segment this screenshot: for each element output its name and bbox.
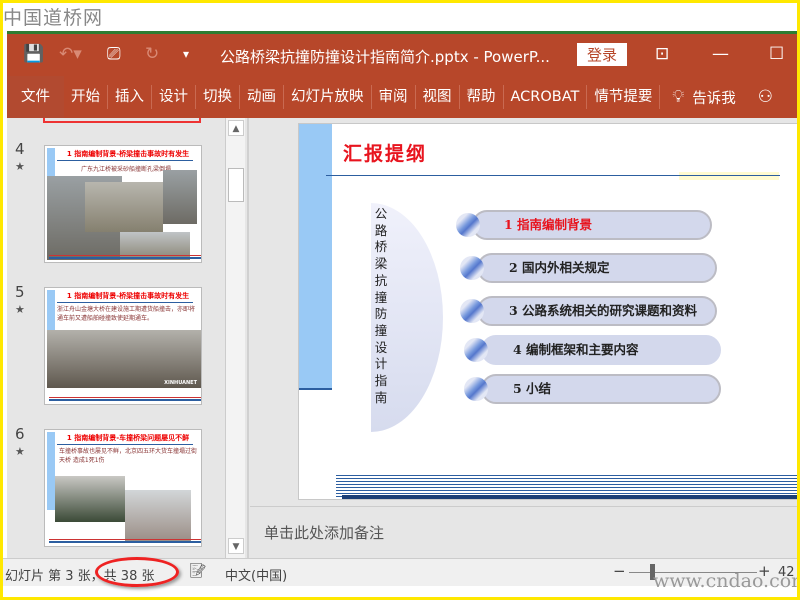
tab-help[interactable]: 帮助	[460, 85, 504, 109]
bullet-ball-icon	[464, 377, 488, 401]
tab-insert[interactable]: 插入	[108, 85, 152, 109]
thumb-text: 车撞桥事故也屡见不鲜，北京四五环大货车撞塌过街天桥 造成1死1伤	[59, 448, 198, 464]
thumb-rule	[57, 160, 193, 161]
outline-item-3[interactable]: 3 公路系统相关的研究课题和资料	[477, 296, 717, 326]
pane-divider[interactable]	[247, 118, 249, 558]
side-title[interactable]: 公路桥梁抗撞防撞设计指南	[374, 206, 388, 406]
ribbon-tabs: 文件 开始 插入 设计 切换 动画 幻灯片放映 审阅 视图 帮助 ACROBAT…	[7, 76, 797, 118]
thumb-photo	[55, 476, 125, 522]
notes-pane[interactable]: 单击此处添加备注	[250, 506, 797, 558]
scrollbar-thumb[interactable]	[228, 168, 244, 202]
slide-highlight	[679, 172, 779, 180]
slide-number: 5	[15, 283, 25, 301]
slide-number: 6	[15, 425, 25, 443]
thumb-accent-bar	[47, 432, 55, 510]
tab-storyboarding[interactable]: 情节提要	[587, 85, 661, 109]
thumb-footer-lines	[49, 397, 201, 401]
thumb-footer-lines	[49, 539, 201, 543]
footer-bar	[342, 495, 797, 499]
powerpoint-window: 中国道桥网 💾 ↶▾ ⎚ ↻ ▾ 公路桥梁抗撞防撞设计指南简介.pptx - P…	[3, 3, 797, 597]
slide-title[interactable]: 汇报提纲	[343, 139, 427, 166]
tab-acrobat[interactable]: ACROBAT	[504, 85, 588, 109]
thumb-text: 浙江舟山金塘大桥在建设施工期遭货船撞击，亦即将通车前又遭船舶碰撞致使延期通车。	[57, 306, 196, 322]
save-icon[interactable]: 💾	[23, 44, 44, 64]
ribbon-display-icon[interactable]: ⊡	[655, 44, 669, 64]
thumb-title: 1 指南编制背景-车撞桥梁问题屡见不鲜	[66, 434, 190, 442]
thumbnail-scrollbar[interactable]: ▲ ▼	[225, 118, 245, 558]
tab-design[interactable]: 设计	[152, 85, 196, 109]
outline-item-2[interactable]: 2 国内外相关规定	[477, 253, 717, 283]
bullet-ball-icon	[460, 299, 484, 323]
thumb-caption: XINHUANET	[164, 380, 197, 386]
tab-slideshow[interactable]: 幻灯片放映	[284, 85, 372, 109]
workspace: 4 ★ 1 指南编制背景-桥梁撞击事故时有发生 广东九江桥被采砂船撞断孔梁倒塌 …	[7, 118, 797, 558]
tell-me-button[interactable]: 告诉我	[692, 87, 736, 108]
tab-animations[interactable]: 动画	[240, 85, 284, 109]
thumb-footer-lines	[49, 255, 201, 259]
slide-thumbnail-5[interactable]: 1 指南编制背景-桥梁撞击事故时有发生 浙江舟山金塘大桥在建设施工期遭货船撞击，…	[44, 287, 202, 405]
animation-star-icon: ★	[15, 160, 25, 173]
slide-accent-bar	[299, 124, 332, 390]
notes-placeholder[interactable]: 单击此处添加备注	[264, 522, 384, 543]
outline-item-4[interactable]: 4 编制框架和主要内容	[481, 335, 721, 365]
tab-transitions[interactable]: 切换	[196, 85, 240, 109]
slide-title-rule	[326, 175, 780, 176]
language-indicator[interactable]: 中文(中国)	[225, 565, 287, 584]
thumb-photo	[125, 490, 191, 542]
minimize-icon[interactable]: —	[712, 44, 729, 64]
account-icon[interactable]: ⚇	[758, 87, 773, 107]
tab-review[interactable]: 审阅	[372, 85, 416, 109]
presentation-icon[interactable]: ⎚	[107, 44, 121, 64]
redo-icon[interactable]: ↻	[145, 44, 159, 64]
slide-canvas[interactable]: 汇报提纲 公路桥梁抗撞防撞设计指南 1 指南编制背景 2 国内外相关规定 3 公…	[298, 123, 797, 500]
thumb-rule	[57, 302, 193, 303]
thumb-photo	[85, 182, 163, 232]
login-button[interactable]: 登录	[577, 43, 628, 66]
window-title: 公路桥梁抗撞防撞设计指南简介.pptx - PowerP...	[220, 48, 550, 66]
bullet-ball-icon	[456, 213, 480, 237]
scroll-down-icon[interactable]: ▼	[228, 538, 244, 554]
notes-icon[interactable]: 📝︎	[189, 563, 207, 579]
thumb-title: 1 指南编制背景-桥梁撞击事故时有发生	[66, 292, 190, 300]
undo-icon[interactable]: ↶▾	[59, 44, 82, 64]
bullet-ball-icon	[460, 256, 484, 280]
tab-file[interactable]: 文件	[7, 76, 64, 118]
thumb-photo: XINHUANET	[47, 330, 201, 388]
maximize-icon[interactable]: ☐	[769, 44, 784, 64]
animation-star-icon: ★	[15, 303, 25, 316]
tab-home[interactable]: 开始	[64, 85, 108, 109]
red-annotation-circle	[95, 557, 179, 587]
watermark-top: 中国道桥网	[3, 7, 104, 29]
thumb-rule	[57, 444, 193, 445]
watermark-bottom: www.cndao.com	[653, 570, 797, 592]
thumb-accent-bar	[47, 290, 55, 334]
slide-number: 4	[15, 140, 25, 158]
slide-thumbnail-6[interactable]: 1 指南编制背景-车撞桥梁问题屡见不鲜 车撞桥事故也屡见不鲜，北京四五环大货车撞…	[44, 429, 202, 547]
tab-view[interactable]: 视图	[416, 85, 460, 109]
outline-item-1[interactable]: 1 指南编制背景	[472, 210, 712, 240]
thumb-title: 1 指南编制背景-桥梁撞击事故时有发生	[66, 150, 190, 158]
animation-star-icon: ★	[15, 445, 25, 458]
slide-thumbnail-panel: 4 ★ 1 指南编制背景-桥梁撞击事故时有发生 广东九江桥被采砂船撞断孔梁倒塌 …	[7, 118, 247, 558]
zoom-out-icon[interactable]: −	[613, 562, 626, 580]
thumb-photo	[163, 170, 197, 224]
customize-icon[interactable]: ▾	[183, 47, 189, 61]
bullet-ball-icon	[464, 338, 488, 362]
title-bar: 💾 ↶▾ ⎚ ↻ ▾ 公路桥梁抗撞防撞设计指南简介.pptx - PowerP.…	[7, 34, 797, 76]
lightbulb-icon: 💡︎	[672, 87, 685, 107]
scroll-up-icon[interactable]: ▲	[228, 120, 244, 136]
outline-item-5[interactable]: 5 小结	[481, 374, 721, 404]
selected-thumbnail-edge	[43, 118, 201, 123]
slide-thumbnail-4[interactable]: 1 指南编制背景-桥梁撞击事故时有发生 广东九江桥被采砂船撞断孔梁倒塌	[44, 145, 202, 263]
